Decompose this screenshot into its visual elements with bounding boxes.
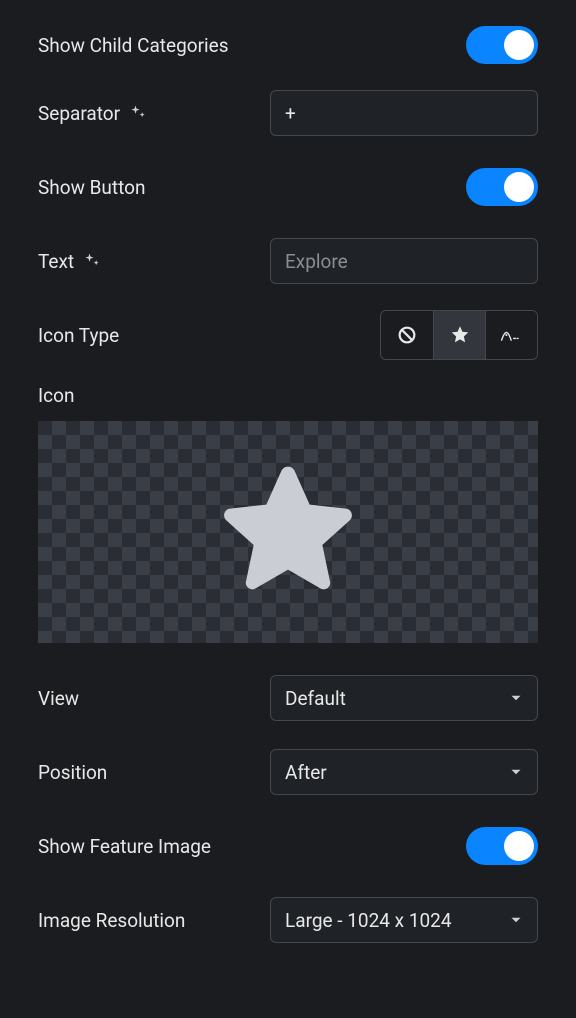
star-icon [449,324,471,346]
text-input[interactable]: Explore [270,238,538,284]
show-feature-image-toggle[interactable] [466,827,538,865]
chevron-down-icon [507,911,525,929]
separator-label: Separator [38,102,148,125]
show-child-categories-label: Show Child Categories [38,34,229,57]
show-child-categories-toggle[interactable] [466,26,538,64]
text-label: Text [38,250,102,273]
icon-type-none-button[interactable] [381,311,433,359]
icon-label: Icon [38,384,538,407]
star-icon [208,452,368,612]
view-select[interactable]: Default [270,675,538,721]
position-select[interactable]: After [270,749,538,795]
icon-preview[interactable] [38,421,538,643]
separator-input[interactable]: + [270,90,538,136]
show-button-label: Show Button [38,176,145,199]
icon-type-segmented [380,310,538,360]
position-label: Position [38,761,107,784]
image-resolution-label: Image Resolution [38,909,185,932]
image-resolution-select[interactable]: Large - 1024 x 1024 [270,897,538,943]
show-button-toggle[interactable] [466,168,538,206]
icon-type-lottie-button[interactable] [485,311,537,359]
ai-sparkle-icon [82,251,102,271]
ai-sparkle-icon [128,103,148,123]
show-feature-image-label: Show Feature Image [38,835,211,858]
chevron-down-icon [507,763,525,781]
view-label: View [38,687,79,710]
chevron-down-icon [507,689,525,707]
icon-type-label: Icon Type [38,324,119,347]
ban-icon [396,324,418,346]
lottie-icon [499,324,525,346]
icon-type-icon-button[interactable] [433,311,485,359]
